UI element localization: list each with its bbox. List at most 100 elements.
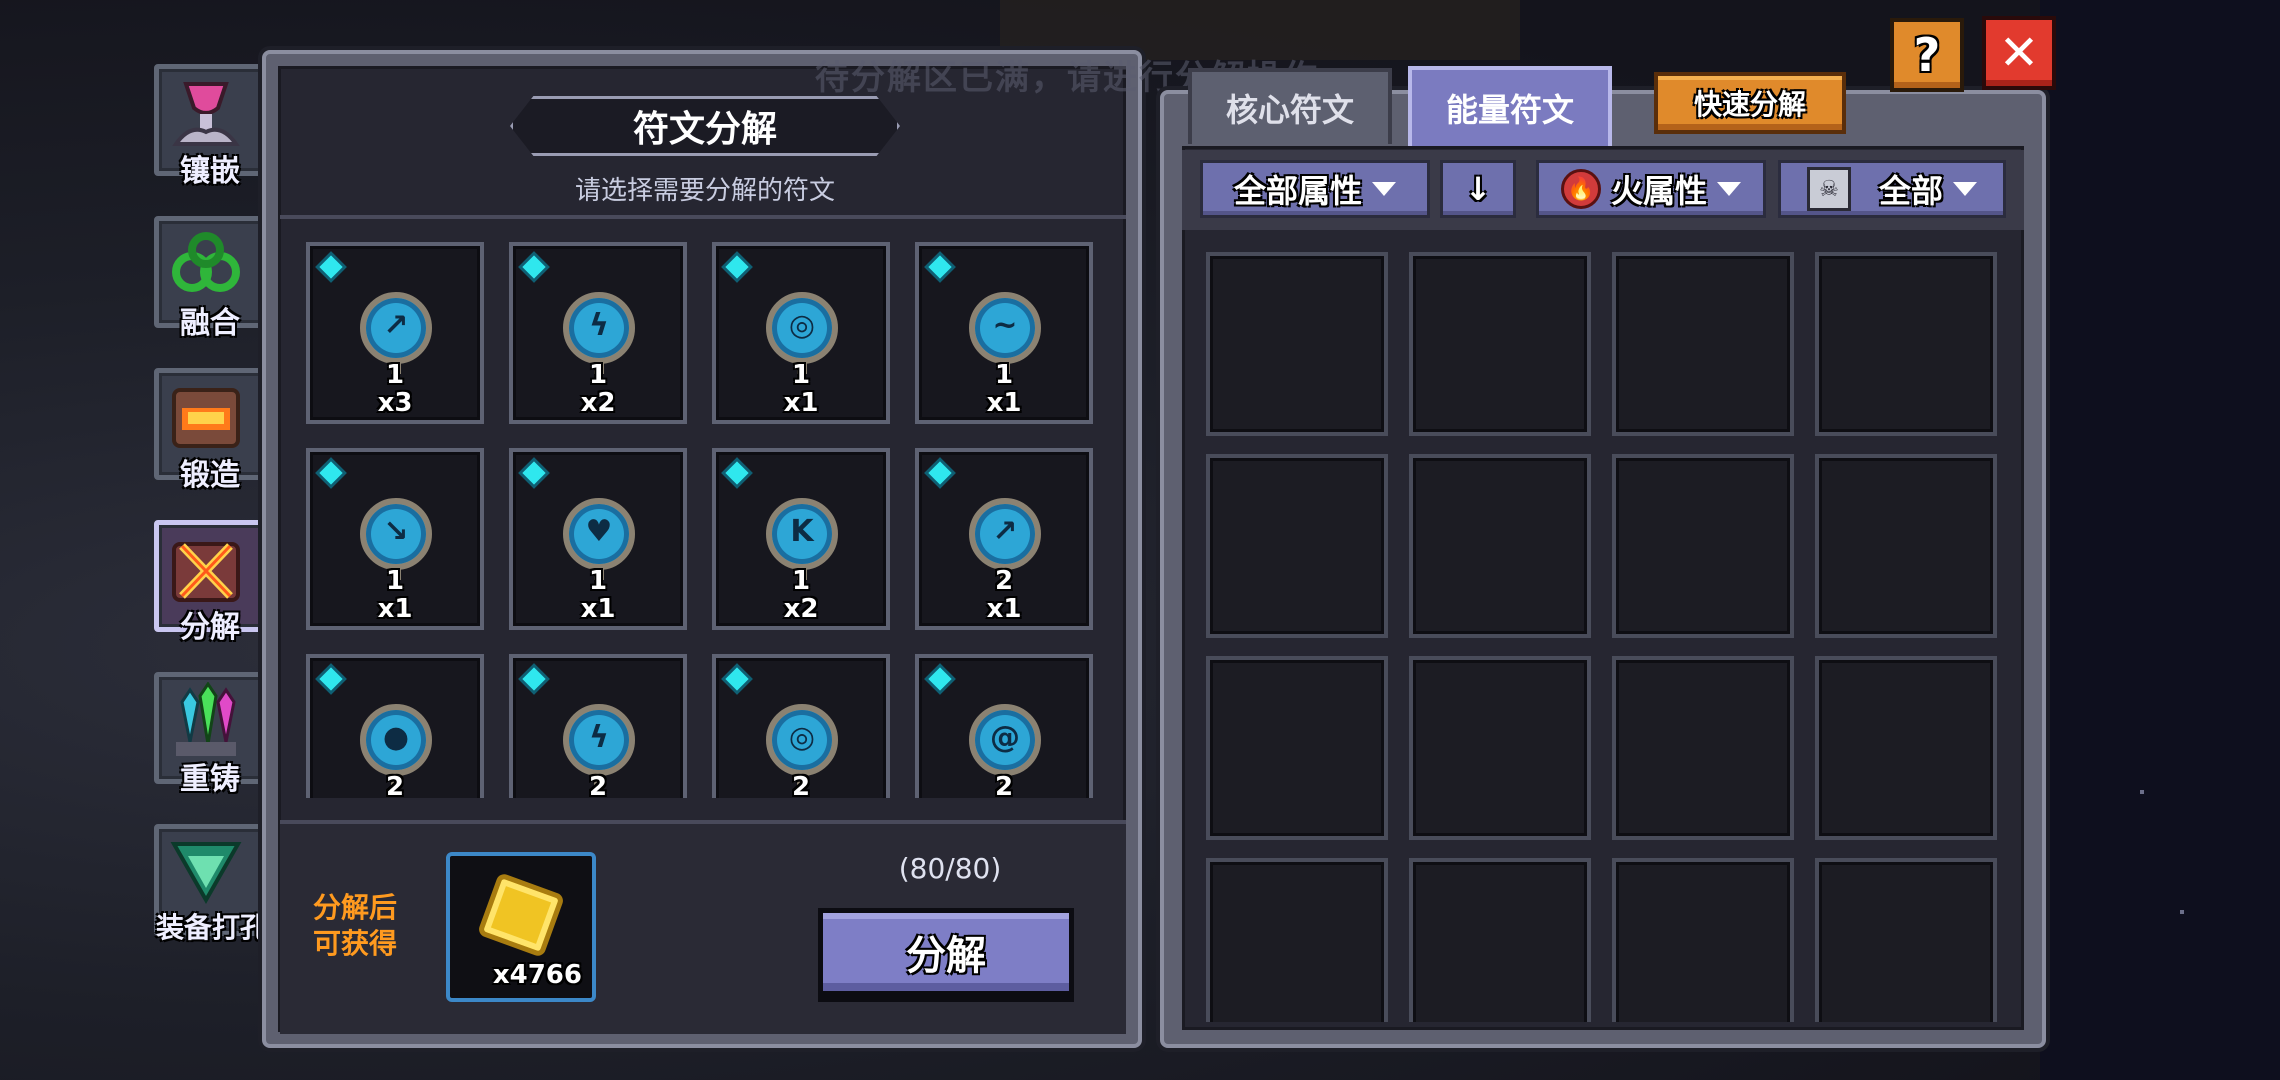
rune-quantity: x1 xyxy=(783,388,819,418)
rune-slot[interactable]: ● 2 xyxy=(306,654,484,798)
gain-label: 分解后 可获得 xyxy=(312,891,397,960)
rune-slot[interactable]: ↘ 1 x1 xyxy=(306,448,484,630)
rune-icon: ◎ xyxy=(766,704,838,786)
nav-label: 锻造 xyxy=(180,458,240,493)
gem-icon xyxy=(522,667,546,691)
inventory-slot[interactable] xyxy=(1815,656,1997,840)
rune-icon: ↘ xyxy=(360,498,432,580)
rune-glyph: ◎ xyxy=(788,720,816,755)
rune-level: 1 xyxy=(385,566,405,596)
rune-slot[interactable]: @2 xyxy=(915,654,1093,798)
panel-subtitle: 请选择需要分解的符文 xyxy=(574,176,835,206)
inventory-slot[interactable] xyxy=(1815,252,1997,436)
quick-decompose-button[interactable]: 快速分解 xyxy=(1654,72,1846,134)
help-button[interactable]: ? xyxy=(1890,18,1964,92)
rune-icon: ϟ xyxy=(563,704,635,786)
rune-slot[interactable]: ϟ2 xyxy=(509,654,687,798)
gem-icon xyxy=(725,255,749,279)
divider xyxy=(280,215,1126,219)
chevron-down-icon xyxy=(1953,182,1977,196)
inventory-slot[interactable] xyxy=(1206,252,1388,436)
rune-icon: ◎ xyxy=(766,292,838,374)
rune-slot[interactable]: ↗ 2 x1 xyxy=(915,448,1093,630)
nav-item-recast[interactable]: 重铸 xyxy=(148,668,272,798)
gem-icon xyxy=(928,255,952,279)
gem-icon xyxy=(319,255,343,279)
inventory-slot[interactable] xyxy=(1409,858,1591,1022)
gem-icon xyxy=(522,255,546,279)
close-button[interactable]: ✕ xyxy=(1982,16,2056,90)
rune-glyph: ϟ xyxy=(589,308,609,343)
rune-slot[interactable]: ↗ 1 x3 xyxy=(306,242,484,424)
rune-slot[interactable]: ◎ 2 xyxy=(712,654,890,798)
inventory-slot[interactable] xyxy=(1206,858,1388,1022)
inventory-slot[interactable] xyxy=(1409,454,1591,638)
gem-icon xyxy=(522,461,546,485)
element-filter-dropdown[interactable]: 🔥 火属性 xyxy=(1536,160,1766,218)
question-icon: ? xyxy=(1913,28,1941,82)
nav-item-socket-drill[interactable]: 装备打孔 xyxy=(148,820,272,950)
rune-level: 1 xyxy=(588,566,608,596)
rune-slot[interactable]: ◎ 1 x1 xyxy=(712,242,890,424)
background-space xyxy=(2040,0,2280,1080)
gem-icon xyxy=(928,667,952,691)
attribute-filter-dropdown[interactable]: 全部属性 xyxy=(1200,160,1430,218)
nav-label: 融合 xyxy=(180,306,240,341)
gem-icon xyxy=(928,461,952,485)
tab-core-runes[interactable]: 核心符文 xyxy=(1188,68,1392,144)
rune-select-grid: ↗ 1 x3 ϟ 1 x2 ◎ 1 x1 ~1 x1 ↘ 1 x1 ♥ 1 x1 K 1 x2 ↗ 2 x1 ● 2 ϟ 2 ◎ 2 @2 xyxy=(306,242,1102,798)
inventory-slot[interactable] xyxy=(1206,656,1388,840)
inventory-slot[interactable] xyxy=(1409,252,1591,436)
recast-icon xyxy=(176,682,236,756)
chevron-down-icon xyxy=(1717,182,1741,196)
sort-button[interactable]: ↓ xyxy=(1440,160,1516,218)
rune-quantity: x1 xyxy=(580,594,616,624)
decompose-button[interactable]: 分解 xyxy=(818,908,1074,996)
rune-slot[interactable]: ϟ 1 x2 xyxy=(509,242,687,424)
rune-slot[interactable]: ♥ 1 x1 xyxy=(509,448,687,630)
inventory-slot[interactable] xyxy=(1612,656,1794,840)
inventory-slot[interactable] xyxy=(1612,454,1794,638)
rune-quantity: x2 xyxy=(580,388,616,418)
nav-label: 重铸 xyxy=(180,762,240,797)
rune-glyph: ↗ xyxy=(383,308,409,343)
rune-level: 1 xyxy=(791,566,811,596)
nav-item-inlay[interactable]: 镶嵌 xyxy=(148,60,272,190)
arrow-down-icon: ↓ xyxy=(1464,170,1492,208)
tab-energy-runes[interactable]: 能量符文 xyxy=(1408,66,1612,146)
rune-level: 2 xyxy=(791,772,811,798)
category-filter-label: 全部 xyxy=(1878,172,1943,210)
nav-item-decompose[interactable]: 分解 xyxy=(148,516,272,646)
monster-icon: ☠ xyxy=(1806,167,1851,211)
rune-slot[interactable]: K 1 x2 xyxy=(712,448,890,630)
inventory-slot[interactable] xyxy=(1612,858,1794,1022)
inventory-slot[interactable] xyxy=(1206,454,1388,638)
star xyxy=(2180,910,2184,914)
rune-level: 1 xyxy=(385,360,405,390)
rune-level: 1 xyxy=(994,360,1014,390)
rune-slot[interactable]: ~1 x1 xyxy=(915,242,1093,424)
rune-icon: ● xyxy=(360,704,432,786)
attribute-filter-label: 全部属性 xyxy=(1233,172,1362,210)
nav-label: 分解 xyxy=(180,610,240,645)
nav-item-fusion[interactable]: 融合 xyxy=(148,212,272,342)
rune-icon: ↗ xyxy=(969,498,1041,580)
rune-glyph: ● xyxy=(382,720,410,755)
element-filter-label: 火属性 xyxy=(1610,172,1707,210)
rune-level: 2 xyxy=(385,772,405,798)
inventory-slot[interactable] xyxy=(1612,252,1794,436)
gem-icon xyxy=(725,461,749,485)
rune-icon: ↗ xyxy=(360,292,432,374)
inventory-slot[interactable] xyxy=(1815,454,1997,638)
panel-title: 符文分解 xyxy=(510,96,900,156)
category-filter-dropdown[interactable]: ☠ 全部 xyxy=(1778,160,2006,218)
nav-item-forge[interactable]: 锻造 xyxy=(148,364,272,494)
close-icon: ✕ xyxy=(1998,25,2040,81)
rune-glyph: ◎ xyxy=(788,308,816,343)
reward-slot[interactable]: x4766 xyxy=(446,852,596,1002)
rune-glyph: ~ xyxy=(992,308,1018,343)
inventory-slot[interactable] xyxy=(1815,858,1997,1022)
rune-icon: K xyxy=(766,498,838,580)
inventory-slot[interactable] xyxy=(1409,656,1591,840)
rune-glyph: ↗ xyxy=(992,514,1018,549)
